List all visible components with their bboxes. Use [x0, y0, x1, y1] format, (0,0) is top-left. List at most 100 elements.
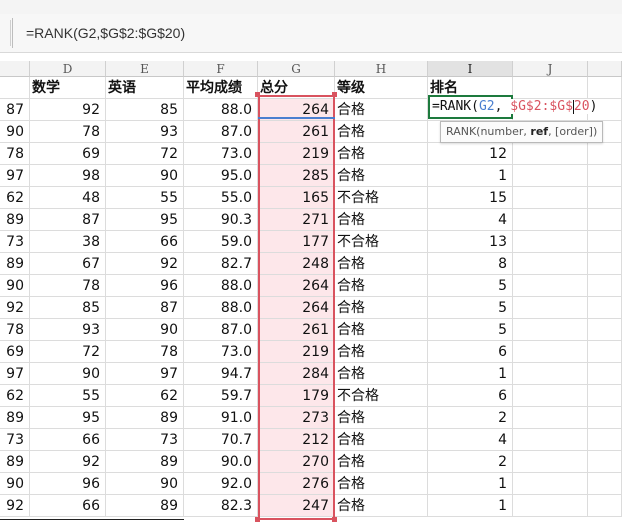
cell[interactable]: 92 — [30, 99, 106, 121]
cell[interactable]: 87.0 — [184, 121, 258, 143]
cell[interactable]: 合格 — [335, 297, 428, 319]
cell[interactable]: 90.0 — [184, 451, 258, 473]
cell[interactable]: 合格 — [335, 341, 428, 363]
cell[interactable]: 73.0 — [184, 341, 258, 363]
cell[interactable]: 179 — [258, 385, 335, 407]
cell[interactable]: 8 — [428, 253, 513, 275]
cell[interactable]: 4 — [428, 209, 513, 231]
cell[interactable] — [588, 473, 622, 495]
cell[interactable]: 合格 — [335, 451, 428, 473]
cell[interactable]: 6 — [428, 341, 513, 363]
formula-bar[interactable]: =RANK(G2,$G$2:$G$20) — [0, 14, 622, 53]
cell[interactable]: 93 — [30, 319, 106, 341]
cell[interactable]: 78 — [106, 341, 184, 363]
name-box[interactable] — [0, 20, 11, 46]
cell[interactable]: 5 — [428, 319, 513, 341]
cell[interactable]: 82.3 — [184, 495, 258, 517]
cell[interactable]: 94.7 — [184, 363, 258, 385]
header-cell[interactable]: 英语 — [106, 77, 184, 99]
cell[interactable]: 合格 — [335, 143, 428, 165]
cell[interactable]: 38 — [30, 231, 106, 253]
cell[interactable]: 59.7 — [184, 385, 258, 407]
cell[interactable]: 合格 — [335, 319, 428, 341]
cell[interactable]: 90 — [106, 319, 184, 341]
cell[interactable]: 97 — [0, 363, 30, 385]
cell[interactable]: 90 — [0, 473, 30, 495]
cell[interactable] — [513, 187, 588, 209]
cell[interactable]: 合格 — [335, 165, 428, 187]
cell[interactable]: 不合格 — [335, 231, 428, 253]
cell[interactable] — [513, 429, 588, 451]
cell[interactable]: 273 — [258, 407, 335, 429]
cell[interactable]: 88.0 — [184, 275, 258, 297]
cell[interactable]: 12 — [428, 143, 513, 165]
range-handle-tl[interactable] — [255, 92, 260, 97]
cell[interactable]: 91.0 — [184, 407, 258, 429]
cell[interactable]: 55 — [106, 187, 184, 209]
cell[interactable]: 5 — [428, 275, 513, 297]
cell[interactable] — [513, 209, 588, 231]
cell[interactable] — [513, 231, 588, 253]
formula-text[interactable]: =RANK(G2,$G$2:$G$20) — [26, 25, 185, 41]
cell[interactable]: 92.0 — [184, 473, 258, 495]
cell[interactable]: 212 — [258, 429, 335, 451]
cell[interactable] — [588, 143, 622, 165]
cell[interactable]: 261 — [258, 319, 335, 341]
cell[interactable]: 285 — [258, 165, 335, 187]
cell[interactable]: 90 — [106, 165, 184, 187]
cell[interactable] — [513, 385, 588, 407]
cell[interactable]: 97 — [106, 363, 184, 385]
column-header-E[interactable]: E — [106, 61, 184, 77]
cell[interactable]: 92 — [0, 297, 30, 319]
cell[interactable]: 合格 — [335, 253, 428, 275]
cell[interactable]: 88.0 — [184, 297, 258, 319]
cell[interactable]: 66 — [30, 495, 106, 517]
cell[interactable]: 73.0 — [184, 143, 258, 165]
cell[interactable] — [588, 165, 622, 187]
column-header-F[interactable]: F — [184, 61, 258, 77]
cell[interactable] — [588, 363, 622, 385]
cell[interactable] — [588, 451, 622, 473]
cell[interactable]: 合格 — [335, 429, 428, 451]
header-cell[interactable] — [588, 77, 622, 99]
cell[interactable]: 67 — [30, 253, 106, 275]
cell[interactable] — [513, 363, 588, 385]
cell[interactable]: 96 — [106, 275, 184, 297]
cell[interactable]: 4 — [428, 429, 513, 451]
cell[interactable]: 90 — [0, 121, 30, 143]
cell[interactable]: 1 — [428, 495, 513, 517]
cell[interactable]: 88.0 — [184, 99, 258, 121]
cell[interactable]: 55 — [30, 385, 106, 407]
cell[interactable]: 82.7 — [184, 253, 258, 275]
cell[interactable]: 13 — [428, 231, 513, 253]
column-header-J[interactable]: J — [513, 61, 588, 77]
cell[interactable] — [513, 407, 588, 429]
cell[interactable]: 合格 — [335, 99, 428, 121]
cell[interactable]: 62 — [0, 385, 30, 407]
cell[interactable]: 48 — [30, 187, 106, 209]
cell[interactable]: 90.3 — [184, 209, 258, 231]
cell[interactable]: 72 — [30, 341, 106, 363]
cell[interactable]: 264 — [258, 99, 335, 121]
cell[interactable]: 95 — [106, 209, 184, 231]
cell[interactable]: 73 — [0, 429, 30, 451]
header-cell[interactable]: 等级 — [335, 77, 428, 99]
cell[interactable]: 89 — [106, 407, 184, 429]
cell[interactable] — [513, 451, 588, 473]
cell[interactable]: 93 — [106, 121, 184, 143]
cell[interactable]: 2 — [428, 407, 513, 429]
cell[interactable]: 15 — [428, 187, 513, 209]
cell[interactable]: 59.0 — [184, 231, 258, 253]
cell[interactable]: 69 — [30, 143, 106, 165]
cell[interactable] — [513, 165, 588, 187]
range-handle-bl[interactable] — [255, 517, 260, 522]
cell[interactable] — [588, 253, 622, 275]
cell[interactable]: 89 — [106, 495, 184, 517]
cell[interactable]: 55.0 — [184, 187, 258, 209]
column-header-H[interactable]: H — [335, 61, 428, 77]
cell[interactable] — [588, 495, 622, 517]
cell[interactable]: 62 — [0, 187, 30, 209]
cell[interactable]: 78 — [30, 121, 106, 143]
header-cell[interactable] — [0, 77, 30, 99]
cell[interactable]: 合格 — [335, 495, 428, 517]
